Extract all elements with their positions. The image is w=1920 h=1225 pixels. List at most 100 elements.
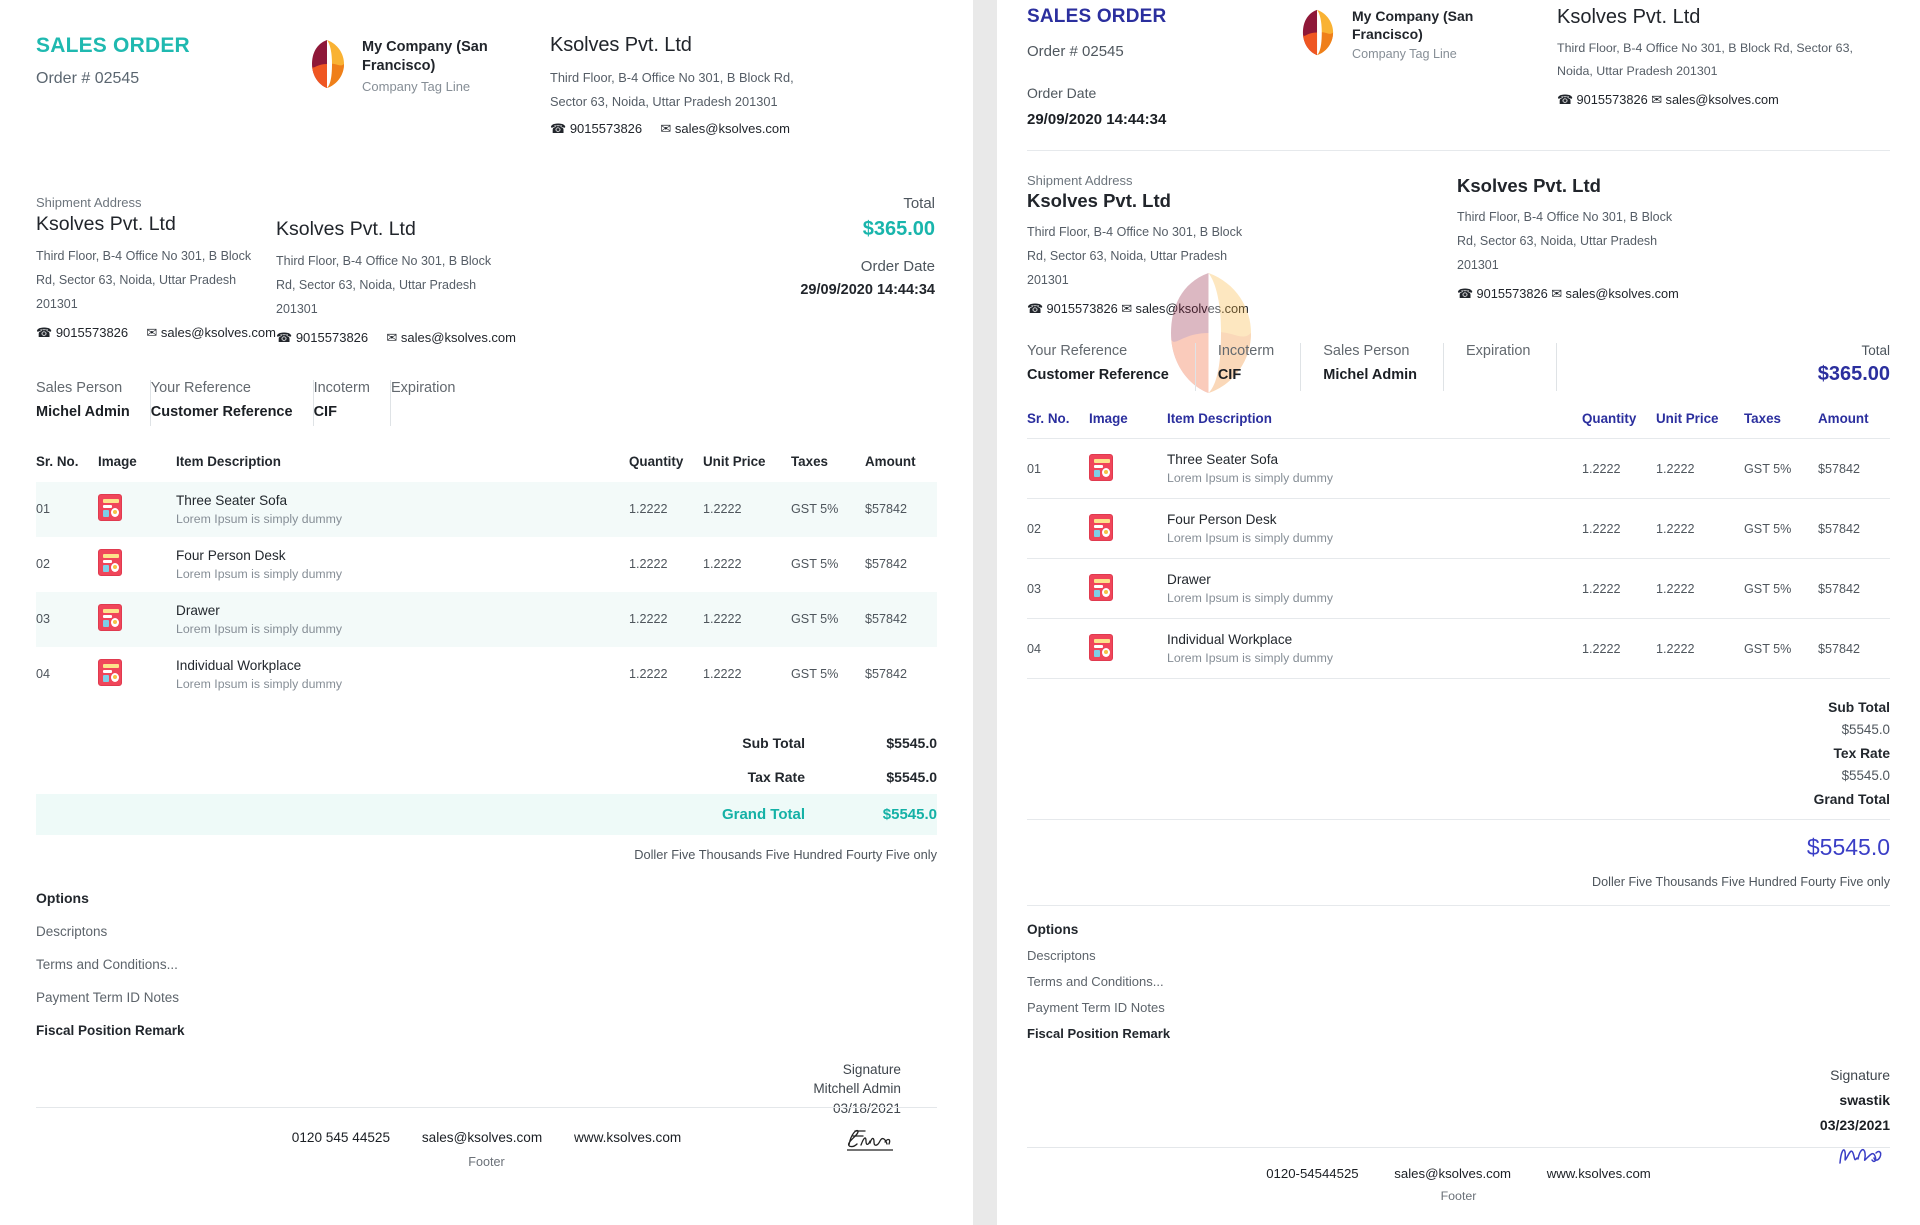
meta-value: Customer Reference xyxy=(1027,367,1169,384)
cell-taxes: GST 5% xyxy=(1744,581,1792,596)
cell-image xyxy=(98,481,176,537)
cell-amount: $57842 xyxy=(865,557,908,572)
product-image-icon xyxy=(98,659,122,687)
shipment-address-label: Shipment Address xyxy=(1027,173,1133,188)
order-number: Order # 02545 xyxy=(1027,43,1124,60)
amount-in-words: Doller Five Thousands Five Hundred Fourt… xyxy=(1592,875,1890,890)
email-icon: ✉ xyxy=(386,329,398,345)
cell-unit-price: 1.2222 xyxy=(1656,641,1695,656)
table-row: 01 Three Seater Sofa Lorem Ipsum is simp… xyxy=(36,481,937,537)
cell-amount: $57842 xyxy=(1818,461,1861,476)
table-row: 03 Drawer Lorem Ipsum is simply dummy 1.… xyxy=(1027,558,1890,619)
meta-key: Incoterm xyxy=(313,379,370,396)
cell-sr: 03 xyxy=(36,591,98,647)
cell-amount: $57842 xyxy=(865,667,908,682)
options-title: Options xyxy=(1027,922,1079,938)
meta-key: Sales Person xyxy=(1323,343,1410,360)
document-comparison-view: SALES ORDER Order # 02545 My Company (Sa… xyxy=(0,0,1920,1225)
footer-note: Footer xyxy=(1440,1189,1477,1203)
customer-contact: ☎ 9015573826 ✉ sales@ksolves.com xyxy=(550,121,937,137)
cell-unit-price: 1.2222 xyxy=(1656,461,1695,476)
right-header: SALES ORDER Order # 02545 Order Date 29/… xyxy=(1027,0,1890,128)
footer-email[interactable]: sales@ksolves.com xyxy=(422,1130,542,1145)
cell-image xyxy=(1089,559,1167,619)
item-desc: Lorem Ipsum is simply dummy xyxy=(176,676,343,691)
option-payment-term: Payment Term ID Notes xyxy=(1027,1000,1165,1016)
order-date-value: 29/09/2020 14:44:34 xyxy=(1027,111,1167,128)
signature-name: swastik xyxy=(1839,1092,1890,1109)
right-options-block: Options Descriptons Terms and Conditions… xyxy=(1027,922,1890,1041)
company-name: My Company (San Francisco) xyxy=(1352,8,1474,42)
subtotal-value: $5545.0 xyxy=(886,734,937,751)
cell-description: Three Seater Sofa Lorem Ipsum is simply … xyxy=(1167,439,1582,499)
footer-links: 0120-54544525 sales@ksolves.com www.ksol… xyxy=(1027,1166,1890,1181)
cell-sr: 01 xyxy=(36,481,98,537)
taxrate-value: $5545.0 xyxy=(886,768,937,785)
meta-key: Sales Person xyxy=(36,379,123,396)
cell-sr: 04 xyxy=(36,667,51,682)
cell-qty: 1.2222 xyxy=(1582,461,1621,476)
customer-contact: ☎ 9015573826 ✉ sales@ksolves.com xyxy=(1557,92,1890,108)
col-description: Item Description xyxy=(176,453,281,469)
table-head: Sr. No. Image Item Description Quantity … xyxy=(1027,411,1890,439)
left-items-table: Sr. No. Image Item Description Quantity … xyxy=(36,454,937,702)
item-name: Four Person Desk xyxy=(1167,512,1277,528)
cell-amount: $57842 xyxy=(865,481,937,537)
item-desc: Lorem Ipsum is simply dummy xyxy=(1167,471,1334,486)
cell-sr: 02 xyxy=(1027,521,1042,536)
col-amount: Amount xyxy=(865,453,916,469)
shipment-phone: 9015573826 xyxy=(55,324,129,340)
footer-phone[interactable]: 0120 545 44525 xyxy=(292,1130,390,1145)
cell-taxes: GST 5% xyxy=(791,667,839,682)
phone-icon: ☎ xyxy=(36,324,53,340)
footer-phone[interactable]: 0120-54544525 xyxy=(1266,1166,1358,1181)
item-desc: Lorem Ipsum is simply dummy xyxy=(176,511,343,526)
col-taxes: Taxes xyxy=(1744,411,1781,427)
meta-expiration: Expiration xyxy=(391,380,475,426)
cell-taxes: GST 5% xyxy=(791,557,839,572)
phone-icon: ☎ xyxy=(1027,301,1043,317)
cell-sr: 03 xyxy=(1027,581,1042,596)
footer-email[interactable]: sales@ksolves.com xyxy=(1394,1166,1511,1181)
customer-address: Third Floor, B-4 Office No 301, B Block … xyxy=(550,70,794,109)
col-sr-no: Sr. No. xyxy=(1027,411,1070,427)
customer-email: sales@ksolves.com xyxy=(674,121,790,137)
company-name: My Company (San Francisco) xyxy=(362,39,488,74)
meta-value: CIF xyxy=(1217,367,1242,384)
item-name: Drawer xyxy=(176,602,220,618)
meta-key: Expiration xyxy=(390,379,456,396)
grandtotal-label: Grand Total xyxy=(1813,792,1890,808)
invoice-phone: 9015573826 xyxy=(1476,286,1548,302)
total-label: Total xyxy=(903,195,935,213)
table-row: 04 Individual Workplace Lorem Ipsum is s… xyxy=(1027,618,1890,679)
meta-sales-person: Sales Person Michel Admin xyxy=(1301,343,1444,392)
sales-order-document-left: SALES ORDER Order # 02545 My Company (Sa… xyxy=(0,0,973,1225)
signature-label: Signature xyxy=(842,1061,901,1077)
table-header-row: Sr. No. Image Item Description Quantity … xyxy=(36,454,937,482)
footer-note: Footer xyxy=(468,1155,505,1169)
phone-icon: ☎ xyxy=(550,121,567,137)
taxrate-label: Tex Rate xyxy=(1833,746,1891,762)
shipment-contact: ☎ 9015573826 ✉ sales@ksolves.com xyxy=(1027,301,1457,317)
footer-website[interactable]: www.ksolves.com xyxy=(1547,1166,1651,1181)
cell-unit-price: 1.2222 xyxy=(703,557,742,572)
left-meta-row: Sales Person Michel Admin Your Reference… xyxy=(36,379,937,426)
cell-taxes: GST 5% xyxy=(1744,521,1792,536)
table-row: 02 Four Person Desk Lorem Ipsum is simpl… xyxy=(1027,498,1890,559)
shipment-address-label: Shipment Address xyxy=(36,195,142,211)
shipment-contact: ☎ 9015573826 ✉ sales@ksolves.com xyxy=(36,325,276,341)
signature-name: Mitchell Admin xyxy=(813,1081,901,1097)
col-quantity: Quantity xyxy=(1582,411,1637,427)
phone-icon: ☎ xyxy=(1557,91,1573,107)
right-totals-block: Sub Total $5545.0 Tex Rate $5545.0 Grand… xyxy=(1027,691,1890,807)
invoice-email: sales@ksolves.com xyxy=(400,329,516,345)
col-sr-no: Sr. No. xyxy=(36,453,79,469)
shipment-address-block: Shipment Address Ksolves Pvt. Ltd Third … xyxy=(1027,173,1457,317)
grandtotal-row: Grand Total $5545.0 xyxy=(36,793,937,835)
phone-icon: ☎ xyxy=(1457,286,1473,302)
footer-website[interactable]: www.ksolves.com xyxy=(574,1130,681,1145)
cell-sr: 04 xyxy=(1027,641,1042,656)
right-address-row: Shipment Address Ksolves Pvt. Ltd Third … xyxy=(1027,173,1890,317)
table-header-row: Sr. No. Image Item Description Quantity … xyxy=(1027,411,1890,439)
product-image-icon xyxy=(98,604,122,632)
